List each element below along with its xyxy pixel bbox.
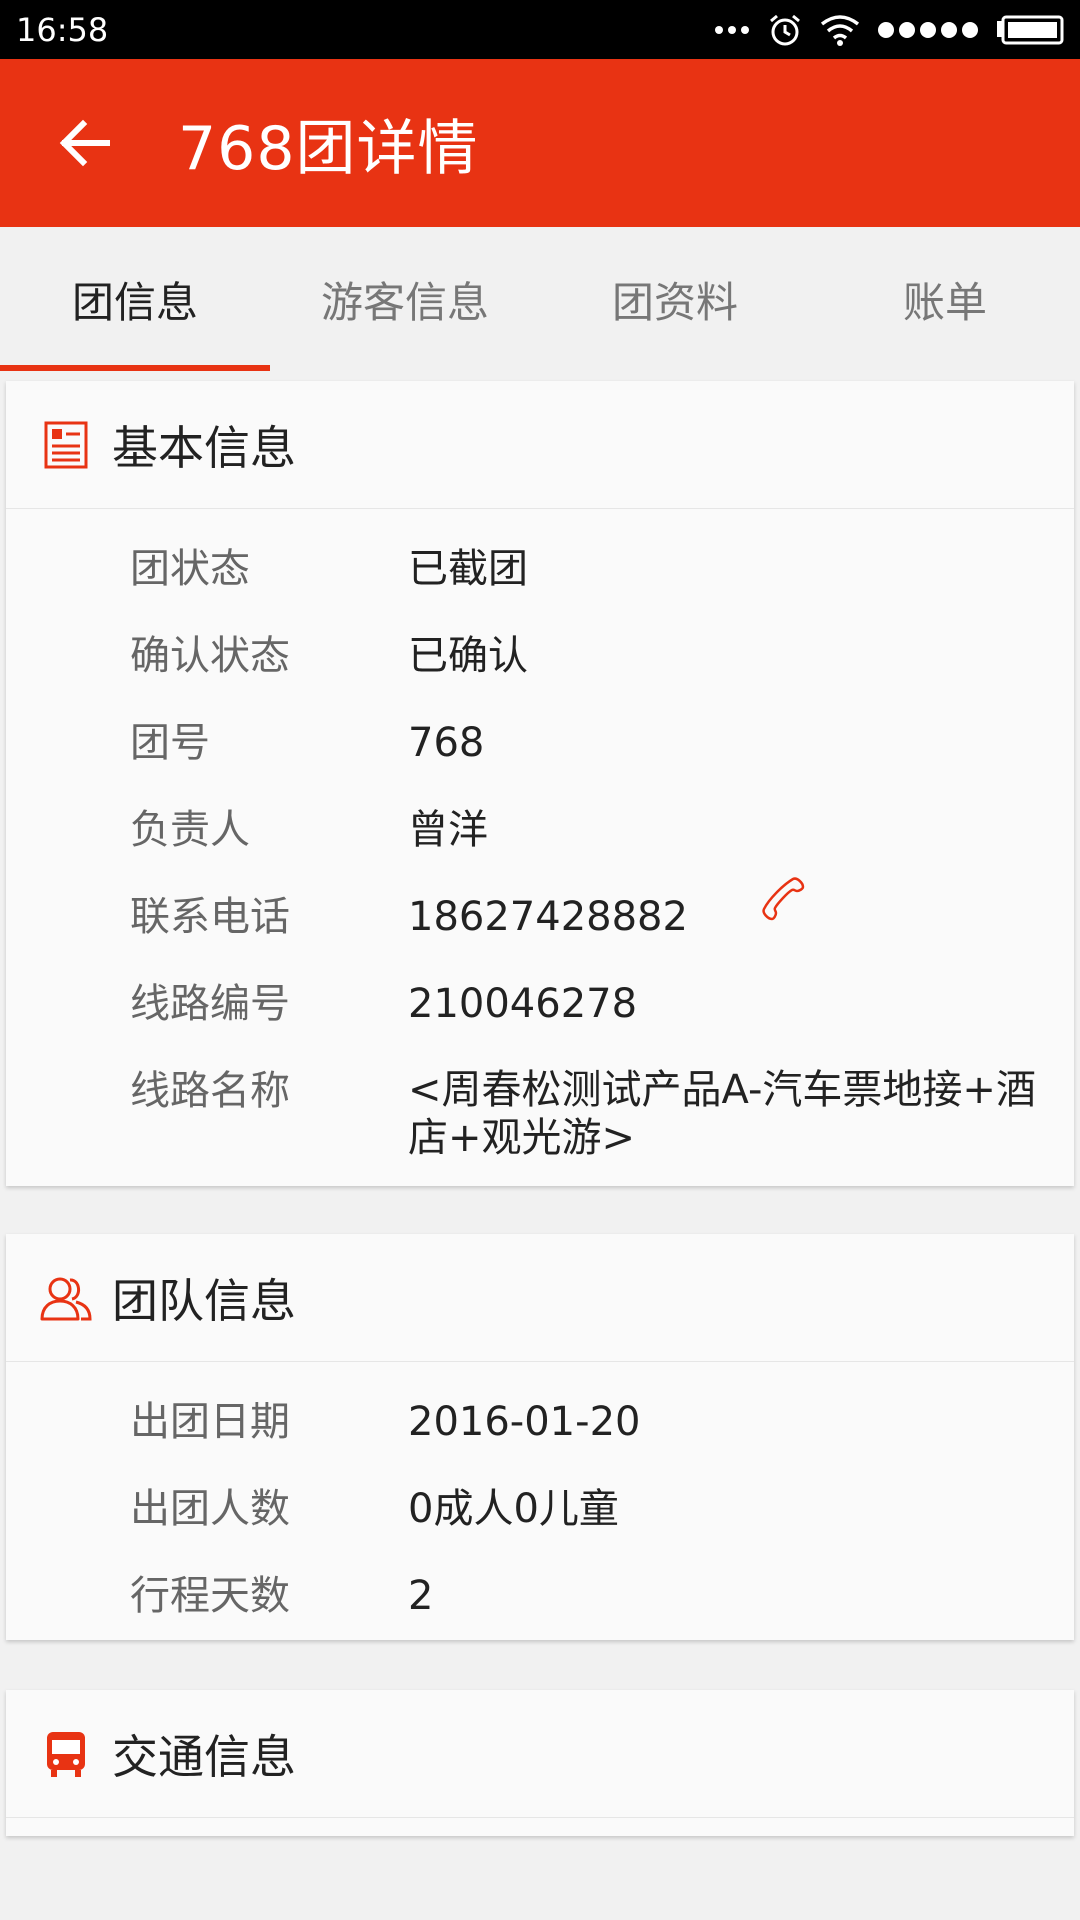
- back-button[interactable]: [40, 98, 130, 188]
- group-icon: [40, 1272, 92, 1324]
- row-label: 联系电话: [130, 894, 290, 940]
- card-header: 团队信息: [6, 1234, 1074, 1362]
- row-value: 768: [408, 720, 485, 766]
- more-dots-icon: [715, 25, 749, 34]
- card-title: 基本信息: [112, 420, 296, 475]
- tab-group-docs[interactable]: 团资料: [540, 227, 810, 371]
- info-row: 行程天数 2: [6, 1553, 1074, 1640]
- row-label: 出团人数: [130, 1486, 290, 1532]
- card-header: 基本信息: [6, 381, 1074, 509]
- row-value: 0成人0儿童: [408, 1486, 619, 1532]
- tab-bar: 团信息 游客信息 团资料 账单: [0, 227, 1080, 371]
- row-label: 确认状态: [130, 633, 290, 679]
- team-info-rows: 出团日期 2016-01-20 出团人数 0成人0儿童 行程天数 2: [6, 1362, 1074, 1656]
- row-value: <周春松测试产品A-汽车票地接+酒店+观光游>: [408, 1067, 1036, 1161]
- status-time: 16:58: [16, 10, 109, 49]
- row-value: 210046278: [408, 981, 638, 1027]
- tab-bill[interactable]: 账单: [810, 227, 1080, 371]
- info-row: 出团日期 2016-01-20: [6, 1379, 1074, 1466]
- signal-strength-icon: [878, 21, 978, 38]
- alarm-icon: [770, 14, 800, 45]
- row-label: 负责人: [130, 807, 250, 853]
- info-row: 联系电话 18627428882: [6, 874, 1074, 961]
- card-header: 交通信息: [6, 1690, 1074, 1818]
- status-icons: [714, 13, 1064, 47]
- row-value: 已截团: [408, 546, 528, 592]
- status-bar: 16:58: [0, 0, 1080, 59]
- row-value: 18627428882: [408, 874, 1074, 961]
- row-value: 已确认: [408, 633, 528, 679]
- info-row: 线路编号 210046278: [6, 961, 1074, 1048]
- basic-info-card: 基本信息 团状态 已截团 确认状态 已确认 团号 768 负责人 曾洋 联系电话…: [6, 381, 1074, 1186]
- row-value: 曾洋: [408, 807, 488, 853]
- phone-number[interactable]: 18627428882: [408, 894, 688, 940]
- row-label: 团状态: [130, 546, 250, 592]
- bus-icon: [40, 1728, 92, 1780]
- card-title: 团队信息: [112, 1273, 296, 1328]
- info-row: 团号 768: [6, 700, 1074, 787]
- info-row: 出团人数 0成人0儿童: [6, 1466, 1074, 1553]
- info-row: 团状态 已截团: [6, 526, 1074, 613]
- basic-info-rows: 团状态 已截团 确认状态 已确认 团号 768 负责人 曾洋 联系电话 1862…: [6, 509, 1074, 1190]
- row-label: 出团日期: [130, 1399, 290, 1445]
- info-row: 确认状态 已确认: [6, 613, 1074, 700]
- wifi-icon: [820, 14, 860, 46]
- row-label: 团号: [130, 720, 210, 766]
- row-value: 2: [408, 1573, 434, 1619]
- id-card-icon: [40, 419, 92, 471]
- page-title: 768团详情: [178, 113, 479, 184]
- phone-call-icon[interactable]: [757, 869, 807, 956]
- info-row: 负责人 曾洋: [6, 787, 1074, 874]
- team-info-card: 团队信息 出团日期 2016-01-20 出团人数 0成人0儿童 行程天数 2: [6, 1234, 1074, 1640]
- battery-icon: [997, 15, 1064, 44]
- row-label: 行程天数: [130, 1573, 290, 1619]
- tab-group-info[interactable]: 团信息: [0, 227, 270, 371]
- row-value: 2016-01-20: [408, 1399, 641, 1445]
- app-bar: 768团详情: [0, 59, 1080, 227]
- traffic-info-card[interactable]: 交通信息: [6, 1690, 1074, 1836]
- tab-tourist-info[interactable]: 游客信息: [270, 227, 540, 371]
- row-label: 线路编号: [130, 981, 290, 1027]
- card-title: 交通信息: [112, 1729, 296, 1784]
- arrow-left-icon: [59, 119, 110, 167]
- info-row: 线路名称 <周春松测试产品A-汽车票地接+酒店+观光游>: [6, 1048, 1074, 1174]
- row-label: 线路名称: [130, 1068, 290, 1114]
